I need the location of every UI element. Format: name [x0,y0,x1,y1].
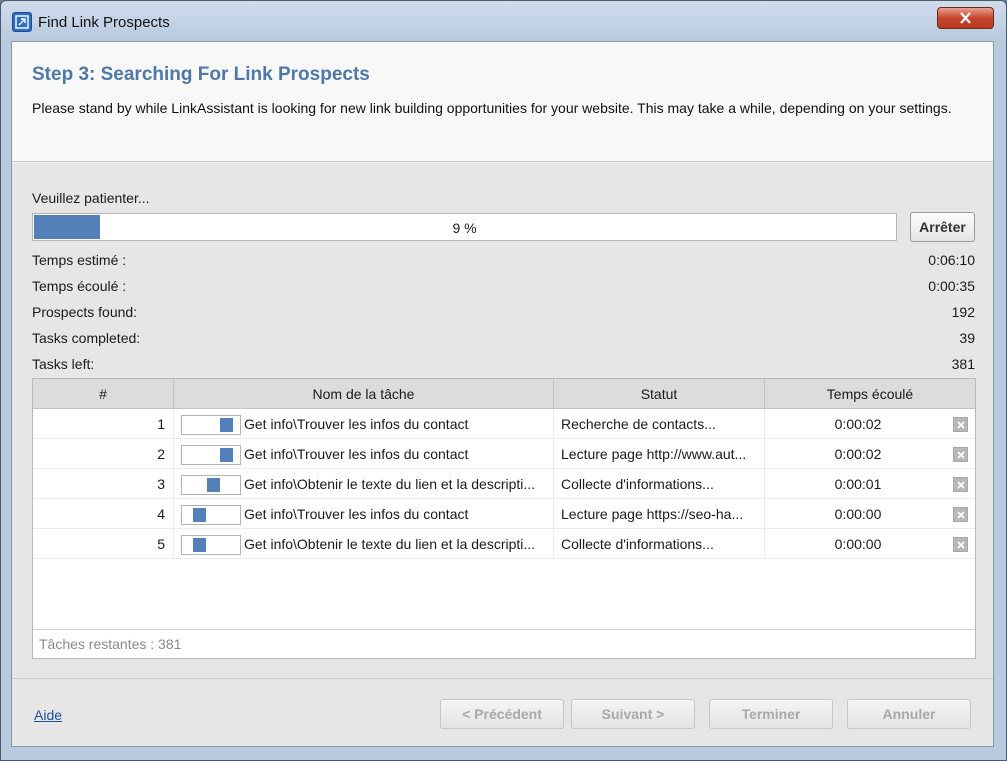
wait-label: Veuillez patienter... [32,190,150,206]
close-icon [957,541,965,549]
table-row[interactable]: 3 Get info\Obtenir le texte du lien et l… [33,469,975,499]
row-number: 3 [33,469,174,499]
cancel-task-button[interactable] [953,447,968,462]
row-number: 1 [33,409,174,439]
stat-value: 0:06:10 [928,252,975,268]
row-number: 5 [33,529,174,559]
column-header-status[interactable]: Statut [554,379,765,409]
stat-value: 39 [959,330,975,346]
previous-button[interactable]: < Précédent [440,699,564,729]
table-row[interactable]: 1 Get info\Trouver les infos du contact … [33,409,975,439]
step-title: Step 3: Searching For Link Prospects [32,64,370,85]
row-number: 2 [33,439,174,469]
task-status: Lecture page http://www.aut... [554,439,765,469]
stat-tasks-completed: Tasks completed: 39 [32,330,975,350]
dialog-client-area: Step 3: Searching For Link Prospects Ple… [11,41,994,747]
close-icon [960,12,971,24]
task-status: Collecte d'informations... [554,529,765,559]
title-bar[interactable]: Find Link Prospects [1,1,1006,41]
tasks-remaining-footer: Tâches restantes : 381 [33,629,975,658]
stat-label: Prospects found: [32,304,138,320]
cancel-task-button[interactable] [953,477,968,492]
task-elapsed-time: 0:00:02 [834,446,882,462]
step-description: Please stand by while LinkAssistant is l… [32,100,952,116]
cancel-button[interactable]: Annuler [847,699,971,729]
window-close-button[interactable] [937,7,994,29]
finish-button[interactable]: Terminer [709,699,833,729]
close-icon [957,511,965,519]
column-header-task-name[interactable]: Nom de la tâche [174,379,554,409]
next-button[interactable]: Suivant > [571,699,695,729]
wizard-button-bar: Aide < Précédent Suivant > Terminer Annu… [12,678,993,746]
stat-value: 192 [951,304,975,320]
stat-estimated-time: Temps estimé : 0:06:10 [32,252,975,272]
progress-panel: Veuillez patienter... 9 % Arrêter Temps … [12,163,993,678]
stat-label: Temps estimé : [32,252,127,268]
task-status: Lecture page https://seo-ha... [554,499,765,529]
overall-progress-bar: 9 % [32,213,897,241]
stop-button[interactable]: Arrêter [910,212,975,242]
table-row[interactable]: 4 Get info\Trouver les infos du contact … [33,499,975,529]
stat-tasks-left: Tasks left: 381 [32,356,975,376]
close-icon [957,451,965,459]
task-elapsed-time: 0:00:00 [834,506,882,522]
task-status: Collecte d'informations... [554,469,765,499]
stat-elapsed-time: Temps écoulé : 0:00:35 [32,278,975,298]
task-name: Get info\Trouver les infos du contact [174,409,554,439]
stat-label: Tasks left: [32,356,95,372]
task-name: Get info\Trouver les infos du contact [174,439,554,469]
task-name: Get info\Obtenir le texte du lien et la … [174,529,554,559]
task-name: Get info\Trouver les infos du contact [174,499,554,529]
task-status: Recherche de contacts... [554,409,765,439]
task-elapsed-time: 0:00:00 [834,536,882,552]
tasks-table: # Nom de la tâche Statut Temps écoulé 1 … [32,378,976,659]
progress-percent-text: 9 % [452,220,477,236]
close-icon [957,421,965,429]
cancel-task-button[interactable] [953,417,968,432]
cancel-task-button[interactable] [953,537,968,552]
dialog-window: Find Link Prospects Step 3: Searching Fo… [0,0,1007,761]
table-header: # Nom de la tâche Statut Temps écoulé [33,379,975,409]
stat-label: Temps écoulé : [32,278,127,294]
table-row[interactable]: 5 Get info\Obtenir le texte du lien et l… [33,529,975,559]
cancel-task-button[interactable] [953,507,968,522]
stat-label: Tasks completed: [32,330,141,346]
stat-prospects-found: Prospects found: 192 [32,304,975,324]
row-number: 4 [33,499,174,529]
column-header-number[interactable]: # [33,379,174,409]
table-row[interactable]: 2 Get info\Trouver les infos du contact … [33,439,975,469]
stat-value: 0:00:35 [928,278,975,294]
task-name: Get info\Obtenir le texte du lien et la … [174,469,554,499]
stat-value: 381 [951,356,975,372]
close-icon [957,481,965,489]
task-elapsed-time: 0:00:02 [834,416,882,432]
step-header: Step 3: Searching For Link Prospects Ple… [12,42,993,162]
help-link[interactable]: Aide [34,707,62,723]
task-elapsed-time: 0:00:01 [834,476,882,492]
window-title: Find Link Prospects [38,14,170,31]
column-header-elapsed-time[interactable]: Temps écoulé [765,379,975,409]
link-assistant-app-icon [12,12,32,32]
